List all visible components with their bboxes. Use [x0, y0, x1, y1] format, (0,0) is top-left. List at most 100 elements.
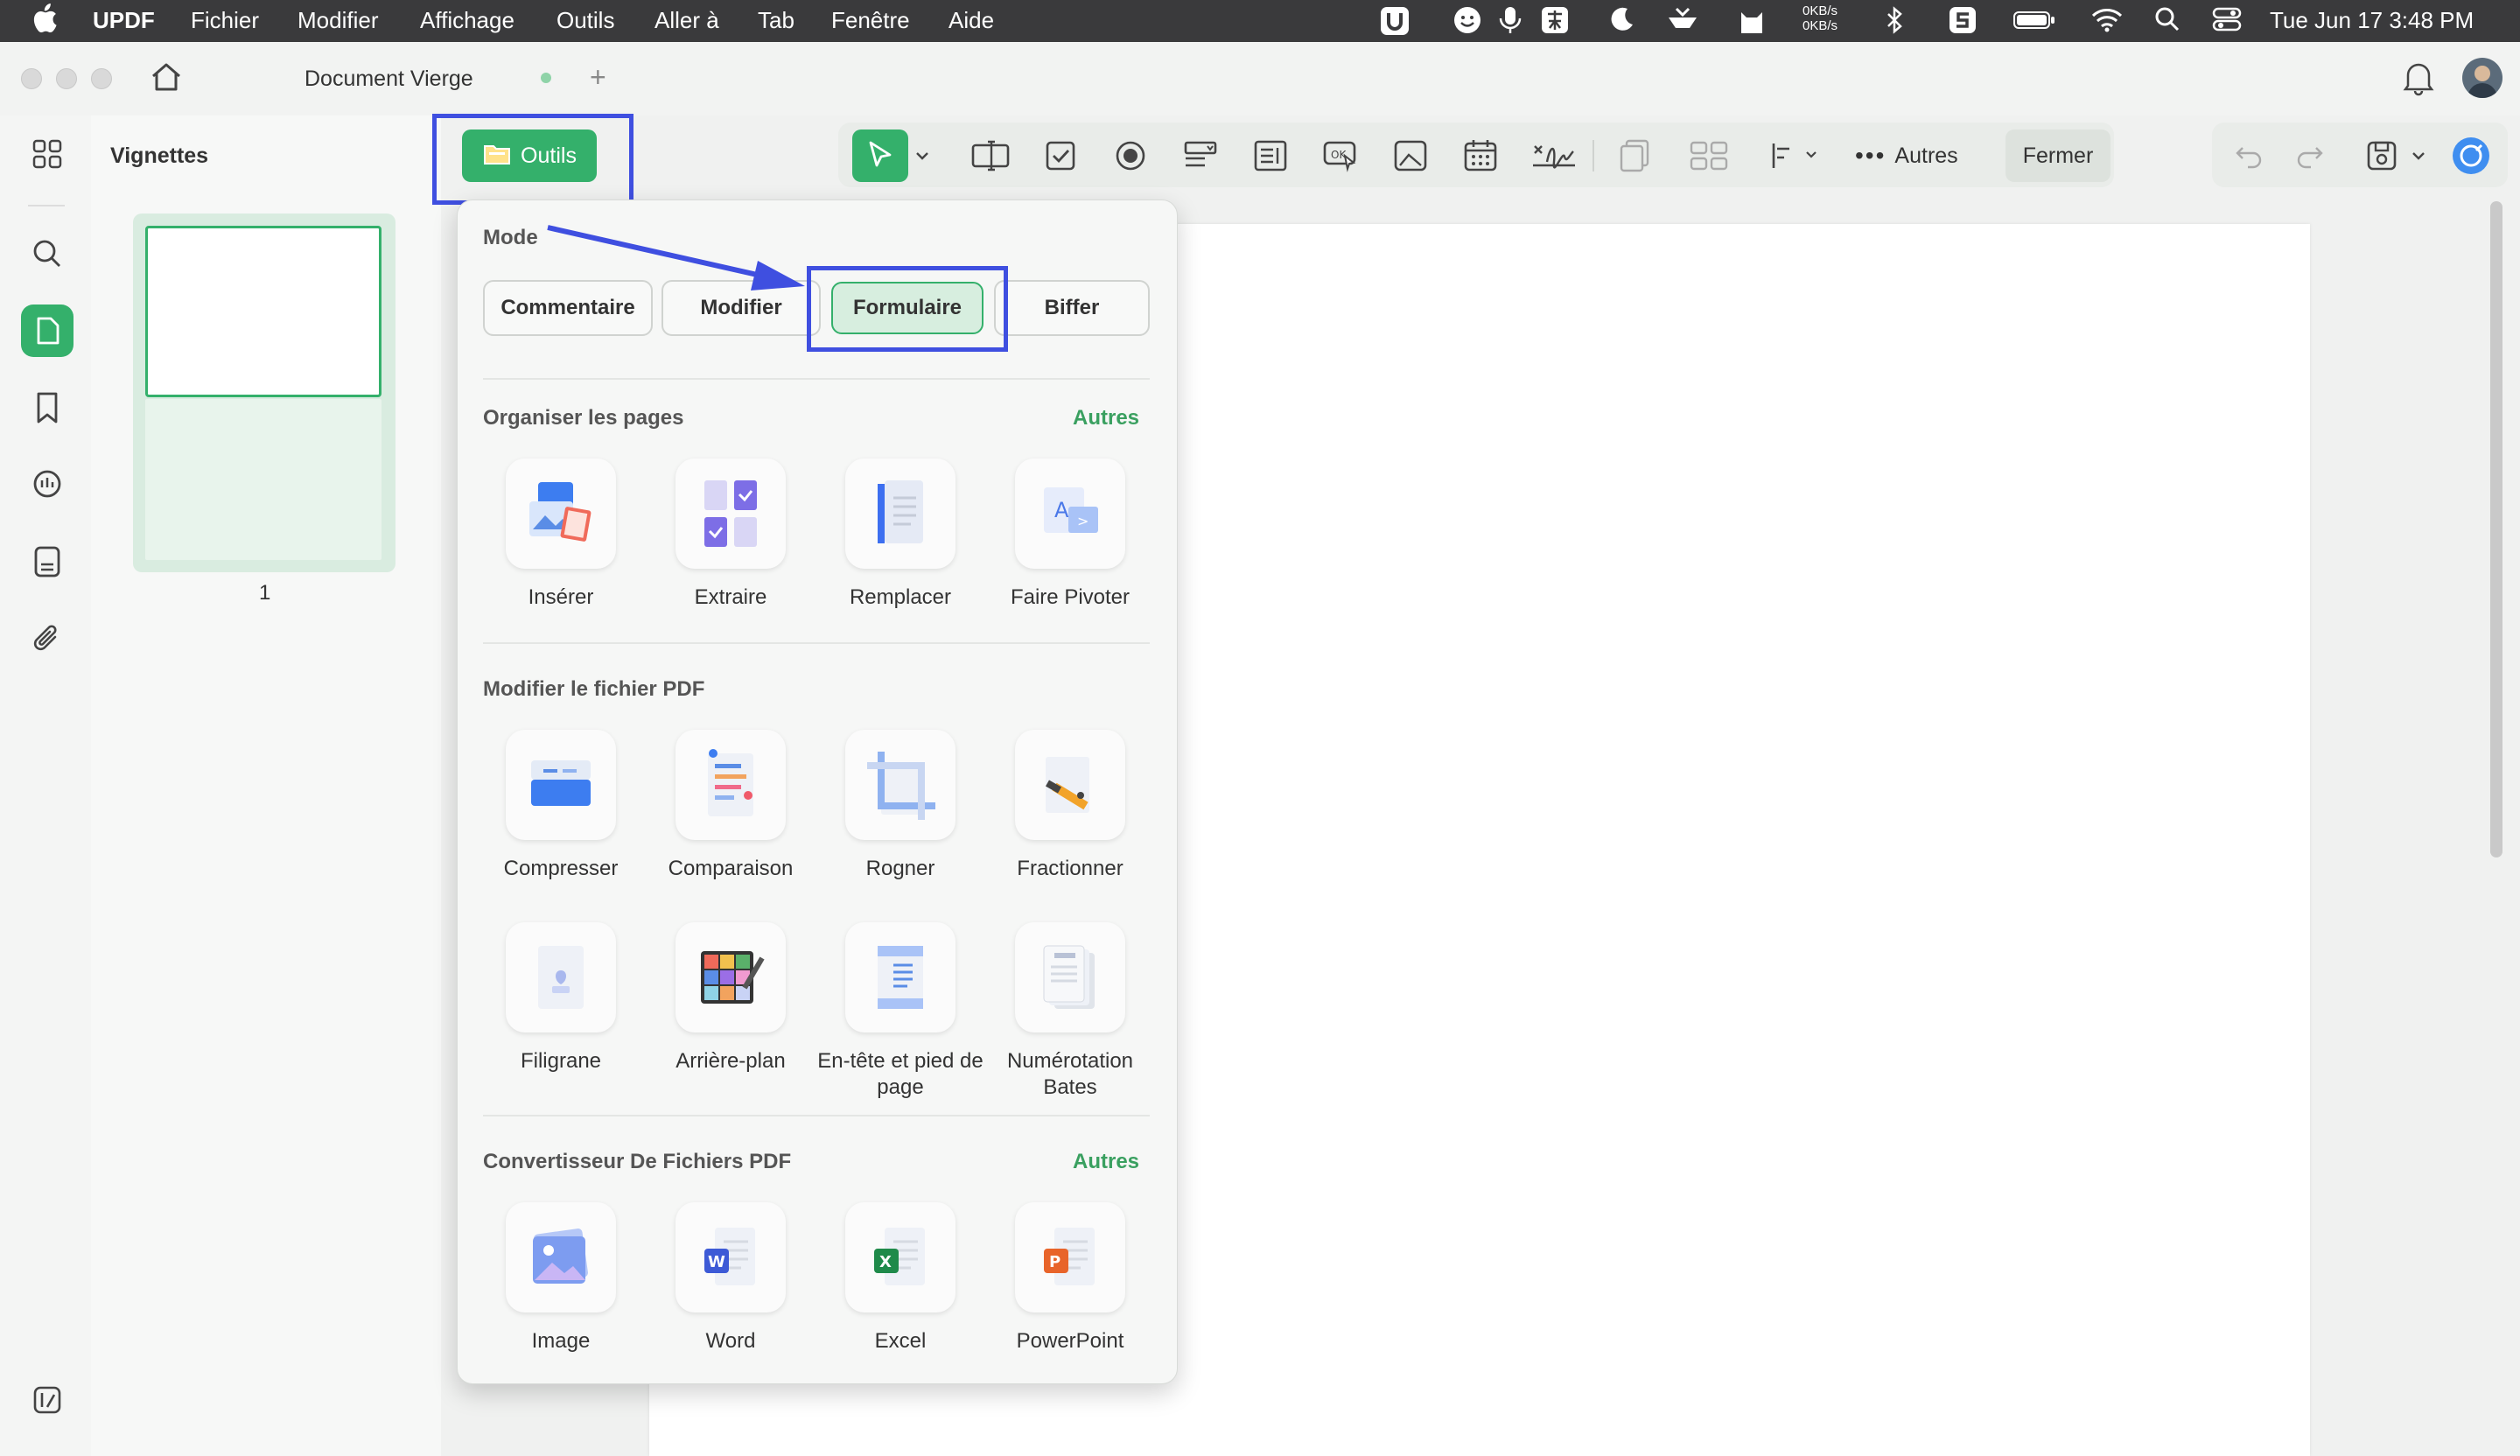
- menu-aller-a[interactable]: Aller à: [654, 7, 719, 34]
- apps-grid-icon[interactable]: [21, 128, 74, 180]
- section-divider: [483, 378, 1150, 380]
- notification-bell-icon[interactable]: [2401, 60, 2436, 101]
- header-footer-tool[interactable]: En-tête et pied de page: [817, 922, 984, 1101]
- align-tool-icon[interactable]: [1764, 131, 1825, 180]
- mode-section-title: Mode: [483, 226, 538, 249]
- clock[interactable]: Tue Jun 17 3:48 PM: [2270, 7, 2474, 34]
- compress-label: Compresser: [503, 857, 619, 880]
- menu-fichier[interactable]: Fichier: [191, 7, 259, 34]
- insert-page-tool[interactable]: Insérer: [478, 458, 644, 611]
- avatar[interactable]: [2462, 58, 2502, 98]
- split-tool[interactable]: Fractionner: [987, 730, 1153, 882]
- s-app-icon[interactable]: [1948, 5, 1978, 35]
- updf-tray-icon[interactable]: [1379, 5, 1410, 37]
- replace-page-tool[interactable]: Remplacer: [817, 458, 984, 611]
- vertical-scrollbar[interactable]: [2490, 201, 2502, 858]
- duplicate-tool-icon[interactable]: [1610, 131, 1659, 180]
- wifi-icon[interactable]: [2091, 5, 2123, 33]
- document-form-icon[interactable]: [21, 536, 74, 588]
- menu-affichage[interactable]: Affichage: [420, 7, 514, 34]
- image-field-tool-icon[interactable]: [1386, 131, 1435, 180]
- extract-page-icon: [676, 458, 786, 569]
- close-window-button[interactable]: [21, 68, 42, 89]
- signature-tool-icon[interactable]: [1526, 131, 1582, 180]
- convert-excel-tool[interactable]: X Excel: [817, 1202, 984, 1354]
- redo-icon[interactable]: [2286, 131, 2334, 180]
- apple-menu-icon[interactable]: [32, 4, 58, 40]
- compare-label: Comparaison: [668, 857, 794, 880]
- page-thumbnail-preview[interactable]: [145, 226, 382, 397]
- bluetooth-icon[interactable]: [1885, 5, 1906, 35]
- compress-tool[interactable]: Compresser: [478, 730, 644, 882]
- crop-tool[interactable]: Rogner: [817, 730, 984, 882]
- replace-page-icon: [845, 458, 956, 569]
- convert-word-tool[interactable]: W Word: [648, 1202, 814, 1354]
- comments-icon[interactable]: [21, 458, 74, 511]
- network-speed: 0KB/s 0KB/s: [1802, 4, 1838, 33]
- dropdown-tool-icon[interactable]: [1176, 131, 1225, 180]
- list-box-tool-icon[interactable]: [1246, 131, 1295, 180]
- watermark-tool[interactable]: Filigrane: [478, 922, 644, 1074]
- text-field-tool-icon[interactable]: [966, 131, 1015, 180]
- compare-icon: [676, 730, 786, 840]
- minimize-window-button[interactable]: [56, 68, 77, 89]
- menu-outils[interactable]: Outils: [556, 7, 614, 34]
- select-cursor-tool[interactable]: [852, 130, 908, 182]
- macos-menu-bar: UPDF Fichier Modifier Affichage Outils A…: [0, 0, 2520, 42]
- rotate-page-tool[interactable]: A > Faire Pivoter: [987, 458, 1153, 611]
- organize-more-link[interactable]: Autres: [1073, 406, 1139, 430]
- mode-biffer-button[interactable]: Biffer: [994, 280, 1150, 336]
- date-field-tool-icon[interactable]: [1456, 131, 1505, 180]
- more-tools-label: Autres: [1894, 143, 1958, 168]
- menu-modifier[interactable]: Modifier: [298, 7, 378, 34]
- unsaved-dot: [541, 73, 551, 83]
- grid-layout-tool-icon[interactable]: [1680, 131, 1738, 180]
- rotate-page-icon: A >: [1015, 458, 1125, 569]
- home-icon[interactable]: [149, 60, 184, 99]
- menu-aide[interactable]: Aide: [948, 7, 994, 34]
- background-tool[interactable]: Arrière-plan: [648, 922, 814, 1074]
- convert-more-link[interactable]: Autres: [1073, 1150, 1139, 1174]
- search-icon[interactable]: [21, 228, 74, 280]
- watermark-icon: [506, 922, 616, 1032]
- svg-text:>: >: [1077, 513, 1088, 529]
- checkbox-tool-icon[interactable]: [1036, 131, 1085, 180]
- document-tab-title[interactable]: Document Vierge: [304, 66, 473, 92]
- microphone-icon[interactable]: [1498, 5, 1522, 35]
- thumbnails-icon[interactable]: [21, 304, 74, 357]
- control-center-icon[interactable]: [2212, 5, 2242, 33]
- convert-powerpoint-tool[interactable]: P PowerPoint: [987, 1202, 1153, 1354]
- crop-label: Rogner: [865, 857, 935, 880]
- fermer-button[interactable]: Fermer: [2006, 130, 2110, 182]
- select-chevron-down-icon[interactable]: [910, 131, 934, 180]
- save-chevron-down-icon[interactable]: [2406, 131, 2431, 180]
- compare-tool[interactable]: Comparaison: [648, 730, 814, 882]
- more-tools-button[interactable]: ••• Autres: [1855, 131, 1978, 180]
- zoom-window-button[interactable]: [91, 68, 112, 89]
- smiley-icon[interactable]: [1452, 5, 1482, 35]
- cat-icon[interactable]: [1738, 5, 1766, 35]
- attachment-icon[interactable]: [21, 612, 74, 665]
- save-icon[interactable]: [2357, 131, 2406, 180]
- extract-page-tool[interactable]: Extraire: [648, 458, 814, 611]
- app-name-menu[interactable]: UPDF: [93, 7, 155, 34]
- menu-tab[interactable]: Tab: [758, 7, 794, 34]
- menu-fenetre[interactable]: Fenêtre: [831, 7, 910, 34]
- convert-image-tool[interactable]: Image: [478, 1202, 644, 1354]
- new-tab-plus-icon[interactable]: +: [590, 61, 606, 94]
- more-dots-icon: •••: [1855, 142, 1886, 169]
- updf-ai-sidebar-icon[interactable]: [21, 1374, 74, 1426]
- image-file-icon: [506, 1202, 616, 1312]
- battery-icon[interactable]: [2012, 5, 2056, 35]
- bates-numbering-tool[interactable]: Numérotation Bates: [987, 922, 1153, 1101]
- inbox-tray-icon[interactable]: [1666, 5, 1699, 35]
- undo-icon[interactable]: [2224, 131, 2273, 180]
- button-tool-icon[interactable]: OK: [1316, 131, 1365, 180]
- section-divider: [483, 642, 1150, 644]
- input-source-icon[interactable]: [1540, 5, 1570, 35]
- spotlight-search-icon[interactable]: [2154, 5, 2180, 33]
- radio-button-tool-icon[interactable]: [1106, 131, 1155, 180]
- updf-ai-icon[interactable]: [2446, 131, 2496, 180]
- moon-icon[interactable]: [1608, 5, 1636, 33]
- bookmark-icon[interactable]: [21, 382, 74, 434]
